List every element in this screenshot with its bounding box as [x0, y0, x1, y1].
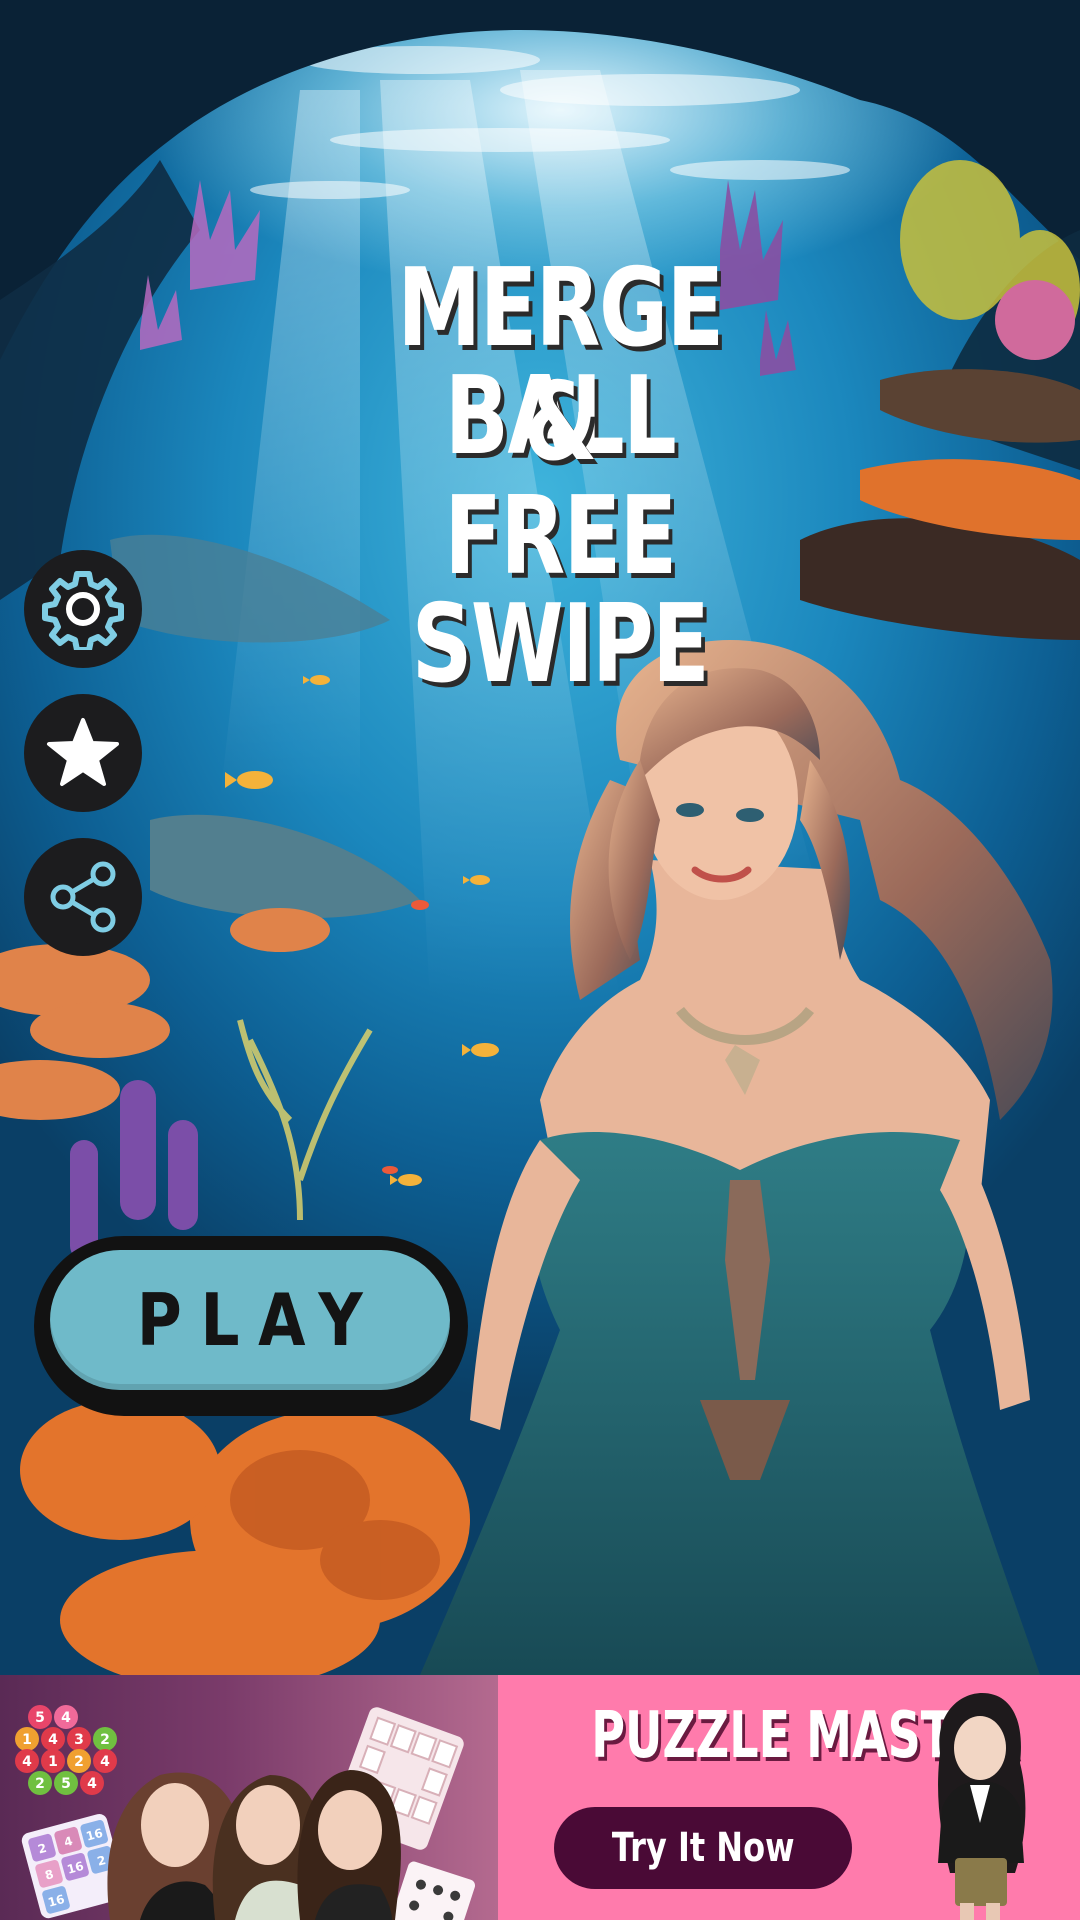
ad-title: PUZZLE MASTER [591, 1699, 1020, 1773]
star-icon [47, 718, 119, 786]
share-button[interactable] [24, 838, 142, 956]
ad-hex-number: 4 [22, 1754, 32, 1770]
rate-button[interactable] [24, 694, 142, 812]
ad-hex-number: 4 [87, 1776, 97, 1792]
ad-banner[interactable]: 5 4 1 4 3 2 4 1 2 4 2 5 4 2 4 16 8 16 2 … [0, 1675, 1080, 1920]
game-title-line-1: MERGE BALL [397, 246, 724, 479]
try-it-now-label: Try It Now [611, 1825, 795, 1871]
ad-hex-number: 1 [48, 1754, 58, 1770]
ad-hex-number: 1 [22, 1732, 32, 1748]
ad-content: PUZZLE MASTER Try It Now [498, 1675, 1080, 1920]
play-button[interactable]: PLAY [50, 1250, 450, 1390]
ad-puzzle-artwork: 5 4 1 4 3 2 4 1 2 4 2 5 4 2 4 16 8 16 2 … [15, 1705, 476, 1920]
ad-hex-number: 4 [61, 1710, 71, 1726]
game-main-menu: MERGE BALL & FREE SWIPE PLAY 5 4 1 4 3 2… [0, 0, 1080, 1920]
ad-hex-number: 2 [35, 1776, 45, 1792]
ad-character-illustration [938, 1693, 1026, 1920]
ad-hex-number: 2 [100, 1732, 110, 1748]
ad-hex-number: 2 [74, 1754, 84, 1770]
ad-hex-number: 5 [61, 1776, 71, 1792]
play-button-label: PLAY [137, 1278, 382, 1362]
ad-hex-number: 5 [35, 1710, 45, 1726]
try-it-now-button[interactable]: Try It Now [554, 1807, 852, 1889]
play-button-frame: PLAY [34, 1236, 468, 1416]
game-title-line-3: FREE SWIPE [411, 474, 710, 707]
ad-hex-number: 4 [48, 1732, 58, 1748]
ad-artwork: 5 4 1 4 3 2 4 1 2 4 2 5 4 2 4 16 8 16 2 … [0, 1675, 498, 1920]
settings-button[interactable] [24, 550, 142, 668]
share-icon [50, 861, 116, 933]
ad-characters [107, 1770, 401, 1920]
gear-icon [42, 571, 124, 650]
game-title-line-2: & [524, 360, 597, 485]
game-title: MERGE BALL & FREE SWIPE [349, 246, 770, 707]
ad-hex-number: 3 [74, 1732, 84, 1748]
ad-hex-number: 4 [100, 1754, 110, 1770]
